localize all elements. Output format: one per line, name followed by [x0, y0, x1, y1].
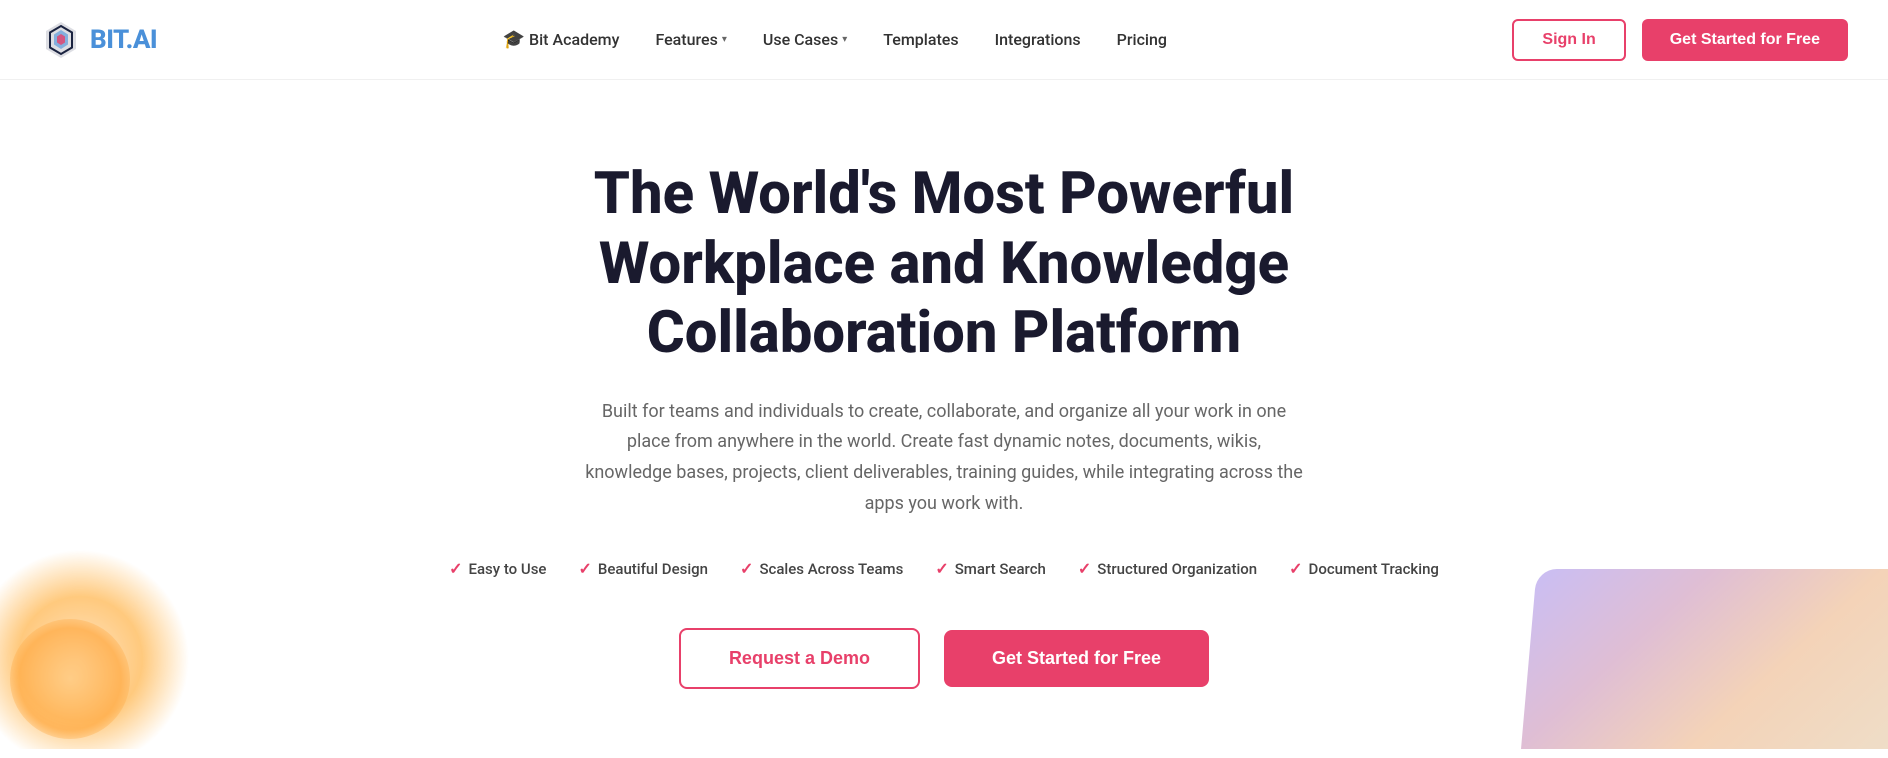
- deco-left-inner-blob: [10, 619, 130, 739]
- badge-smart-search: ✓ Smart Search: [935, 559, 1046, 578]
- hero-section: The World's Most Powerful Workplace and …: [0, 80, 1888, 749]
- use-cases-chevron-icon: ▾: [842, 34, 847, 45]
- badge-label-5: Structured Organization: [1097, 560, 1257, 578]
- hero-title-line2: Workplace and Knowledge Collaboration Pl…: [599, 230, 1289, 368]
- deco-left-blob: [0, 549, 190, 749]
- feature-badges: ✓ Easy to Use ✓ Beautiful Design ✓ Scale…: [449, 559, 1439, 578]
- nav-features-label: Features: [655, 30, 717, 49]
- signin-button[interactable]: Sign In: [1512, 19, 1625, 61]
- cta-buttons: Request a Demo Get Started for Free: [679, 628, 1209, 689]
- check-icon-2: ✓: [578, 559, 591, 578]
- nav-actions: Sign In Get Started for Free: [1512, 19, 1848, 61]
- nav-links: 🎓 Bit Academy Features ▾ Use Cases ▾ Tem…: [503, 29, 1167, 50]
- features-chevron-icon: ▾: [722, 34, 727, 45]
- badge-label-6: Document Tracking: [1309, 560, 1439, 578]
- nav-templates-label: Templates: [883, 30, 958, 49]
- check-icon-1: ✓: [449, 559, 462, 578]
- nav-academy-label: Bit Academy: [529, 30, 619, 49]
- nav-item-use-cases[interactable]: Use Cases ▾: [763, 30, 847, 49]
- badge-structured-organization: ✓ Structured Organization: [1078, 559, 1257, 578]
- get-started-hero-button[interactable]: Get Started for Free: [944, 630, 1209, 687]
- badge-label-3: Scales Across Teams: [759, 560, 903, 578]
- hero-title: The World's Most Powerful Workplace and …: [494, 160, 1394, 369]
- badge-label-1: Easy to Use: [468, 560, 546, 578]
- nav-item-features[interactable]: Features ▾: [655, 30, 726, 49]
- badge-easy-to-use: ✓ Easy to Use: [449, 559, 546, 578]
- nav-item-academy[interactable]: 🎓 Bit Academy: [503, 29, 620, 50]
- graduation-cap-icon: 🎓: [503, 29, 525, 50]
- get-started-nav-button[interactable]: Get Started for Free: [1642, 19, 1848, 61]
- badge-scales-across-teams: ✓ Scales Across Teams: [740, 559, 903, 578]
- nav-item-pricing[interactable]: Pricing: [1117, 30, 1167, 49]
- badge-label-2: Beautiful Design: [598, 560, 708, 578]
- check-icon-4: ✓: [935, 559, 948, 578]
- hero-content: The World's Most Powerful Workplace and …: [449, 160, 1439, 689]
- nav-item-integrations[interactable]: Integrations: [995, 30, 1081, 49]
- logo-icon: [40, 19, 82, 61]
- nav-integrations-label: Integrations: [995, 30, 1081, 49]
- badge-label-4: Smart Search: [955, 560, 1046, 578]
- logo-text: BIT.AI: [90, 25, 157, 55]
- hero-title-line1: The World's Most Powerful: [594, 160, 1294, 228]
- nav-item-templates[interactable]: Templates: [883, 30, 958, 49]
- badge-beautiful-design: ✓ Beautiful Design: [578, 559, 708, 578]
- check-icon-6: ✓: [1289, 559, 1302, 578]
- hero-subtitle: Built for teams and individuals to creat…: [584, 397, 1304, 519]
- check-icon-5: ✓: [1078, 559, 1091, 578]
- request-demo-button[interactable]: Request a Demo: [679, 628, 920, 689]
- badge-document-tracking: ✓ Document Tracking: [1289, 559, 1439, 578]
- nav-use-cases-label: Use Cases: [763, 30, 838, 49]
- check-icon-3: ✓: [740, 559, 753, 578]
- navbar: BIT.AI 🎓 Bit Academy Features ▾ Use Case…: [0, 0, 1888, 80]
- logo[interactable]: BIT.AI: [40, 19, 157, 61]
- nav-pricing-label: Pricing: [1117, 30, 1167, 49]
- deco-right-blob: [1519, 569, 1888, 749]
